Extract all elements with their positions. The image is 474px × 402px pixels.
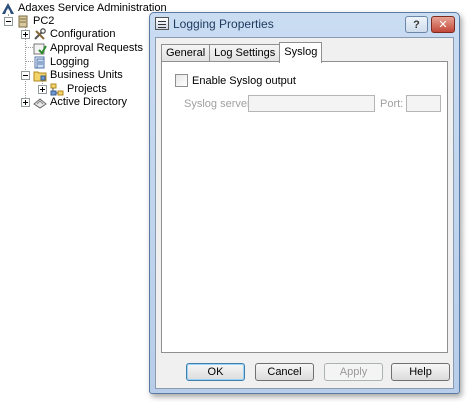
expand-icon[interactable] — [38, 84, 47, 94]
server-icon — [16, 15, 30, 28]
port-input[interactable] — [406, 95, 441, 112]
cancel-button[interactable]: Cancel — [255, 363, 314, 381]
help-button[interactable]: Help — [391, 363, 450, 381]
tree-root-label: Adaxes Service Administration — [18, 2, 167, 14]
tree-server-label: PC2 — [33, 15, 55, 27]
enable-syslog-row[interactable]: Enable Syslog output — [175, 74, 296, 87]
collapse-icon[interactable] — [4, 16, 13, 26]
tools-icon — [33, 27, 47, 41]
tab-general[interactable]: General — [161, 44, 211, 62]
tab-log-settings[interactable]: Log Settings — [209, 44, 281, 62]
ok-button[interactable]: OK — [186, 363, 245, 381]
adaxes-logo-icon — [1, 2, 15, 15]
dialog-client-area: General Log Settings Syslog Enable Syslo… — [155, 37, 454, 389]
active-directory-icon — [33, 96, 47, 109]
logging-properties-dialog: Logging Properties ? ✕ General Log Setti… — [149, 12, 460, 394]
expand-icon[interactable] — [21, 29, 30, 39]
tree-item-projects[interactable]: Projects — [38, 82, 107, 96]
help-titlebar-button[interactable]: ? — [405, 16, 428, 33]
tab-strip: General Log Settings Syslog — [161, 42, 323, 63]
tree-configuration-label: Configuration — [50, 28, 116, 40]
syslog-server-input[interactable] — [248, 95, 375, 112]
tree-root-item[interactable]: Adaxes Service Administration — [1, 1, 167, 15]
tree-connector — [25, 61, 33, 62]
tab-syslog[interactable]: Syslog — [279, 42, 323, 63]
port-label: Port: — [380, 98, 404, 110]
tree-connector — [25, 47, 33, 48]
dialog-titlebar[interactable]: Logging Properties ? ✕ — [150, 13, 459, 35]
logging-icon — [33, 56, 47, 69]
close-button[interactable]: ✕ — [431, 16, 455, 33]
syslog-server-label: Syslog server: — [184, 98, 254, 110]
console-tree: Adaxes Service Administration PC2 Config… — [0, 0, 167, 402]
enable-syslog-checkbox[interactable] — [175, 74, 188, 87]
tree-item-active-directory[interactable]: Active Directory — [21, 95, 127, 109]
projects-icon — [50, 83, 64, 96]
collapse-icon[interactable] — [21, 70, 30, 80]
tree-item-server[interactable]: PC2 — [4, 14, 54, 28]
expand-icon[interactable] — [21, 97, 30, 107]
tree-business-units-label: Business Units — [50, 69, 123, 81]
approval-requests-icon — [33, 42, 47, 55]
tree-item-logging[interactable]: Logging — [33, 55, 89, 69]
apply-button[interactable]: Apply — [324, 363, 383, 381]
business-units-folder-icon — [33, 69, 47, 82]
tree-projects-label: Projects — [67, 83, 107, 95]
tree-item-configuration[interactable]: Configuration — [21, 27, 115, 41]
dialog-title: Logging Properties — [173, 17, 274, 31]
tree-active-directory-label: Active Directory — [50, 96, 128, 108]
tree-item-business-units[interactable]: Business Units — [21, 68, 123, 82]
properties-icon — [155, 17, 169, 30]
tree-logging-label: Logging — [50, 56, 90, 68]
enable-syslog-label: Enable Syslog output — [192, 74, 296, 87]
tree-approval-requests-label: Approval Requests — [50, 42, 143, 54]
syslog-tab-panel: Enable Syslog output Syslog server: Port… — [161, 61, 448, 353]
tree-item-approval-requests[interactable]: Approval Requests — [33, 41, 143, 55]
